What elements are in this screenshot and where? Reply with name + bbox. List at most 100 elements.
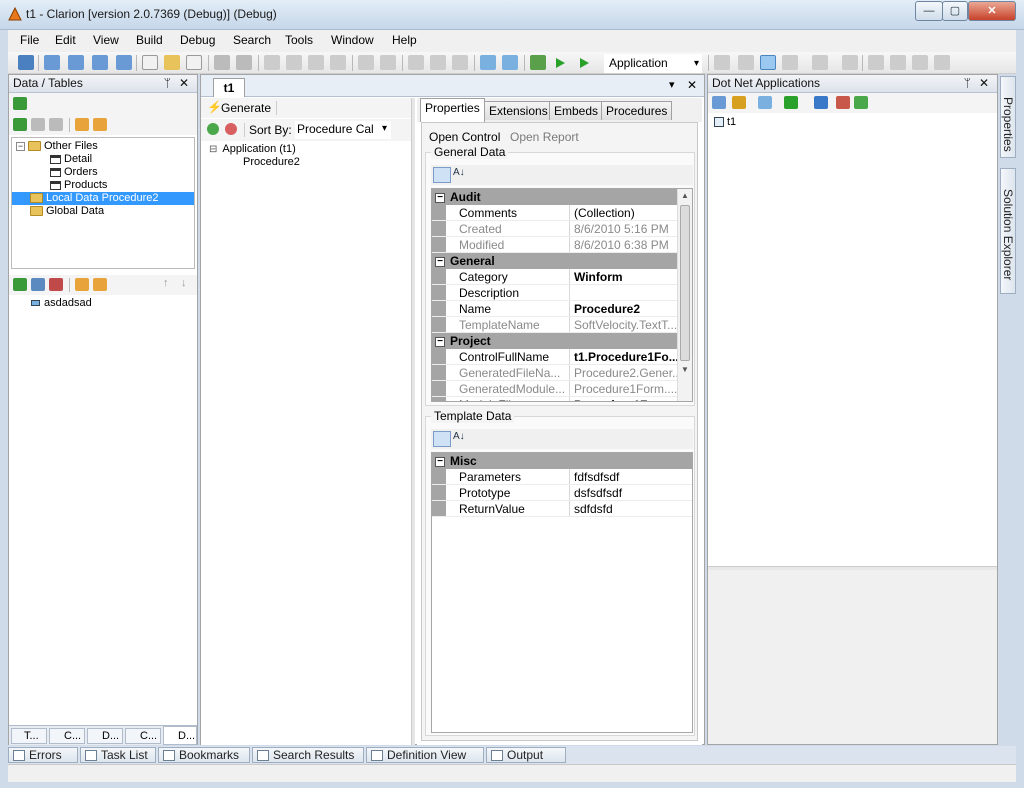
toggle-view-icon[interactable] — [760, 55, 776, 70]
scrollbar[interactable]: ▲ ▼ — [677, 189, 692, 401]
open-file-icon[interactable] — [164, 55, 180, 70]
change-icon[interactable] — [31, 118, 45, 131]
tool-icon[interactable] — [452, 55, 468, 70]
close-icon[interactable]: ✕ — [179, 75, 189, 92]
chevron-down-icon[interactable]: ▾ — [669, 78, 675, 91]
property-row[interactable]: ControlFullName t1.Procedure1Fo... — [432, 349, 678, 365]
collapse-all-icon[interactable] — [93, 278, 107, 291]
minimize-button[interactable]: — — [915, 1, 943, 21]
debug-icon[interactable] — [530, 55, 546, 70]
database-icon[interactable] — [814, 96, 828, 109]
comment-icon[interactable] — [868, 55, 884, 70]
property-value[interactable]: 8/6/2010 5:16 PM — [570, 221, 678, 236]
tab-extensions[interactable]: Extensions — [484, 101, 553, 120]
paste-icon[interactable] — [308, 55, 324, 70]
delete-icon[interactable] — [330, 55, 346, 70]
menu-view[interactable]: View — [93, 33, 119, 47]
save-icon[interactable] — [214, 55, 230, 70]
tab-definition-view[interactable]: Definition View — [366, 747, 484, 763]
close-icon[interactable]: ✕ — [687, 78, 697, 92]
close-icon[interactable]: ✕ — [979, 75, 989, 92]
open-control-link[interactable]: Open Control — [429, 130, 500, 146]
insert-field-icon[interactable] — [13, 278, 27, 291]
cut-icon[interactable] — [264, 55, 280, 70]
property-row[interactable]: Category Winform — [432, 269, 678, 285]
chevron-down-icon[interactable]: ▾ — [382, 121, 387, 137]
tab-d2[interactable]: D... — [163, 726, 197, 745]
build-icon[interactable] — [480, 55, 496, 70]
tab-output[interactable]: Output — [486, 747, 566, 763]
tab-procedures[interactable]: Procedures — [601, 101, 673, 120]
undo-icon[interactable] — [358, 55, 374, 70]
side-tab-properties[interactable]: Properties — [1000, 76, 1016, 158]
maximize-button[interactable]: ▢ — [942, 1, 968, 21]
sync-icon[interactable] — [13, 97, 27, 110]
save-all-icon[interactable] — [236, 55, 252, 70]
menu-file[interactable]: File — [20, 33, 39, 47]
tab-t1[interactable]: t1 — [213, 78, 245, 97]
scroll-up-icon[interactable]: ▲ — [678, 189, 692, 203]
property-value[interactable]: Winform — [570, 269, 678, 284]
menu-tools[interactable]: Tools — [285, 33, 313, 47]
property-value[interactable]: sdfdsfd — [570, 501, 692, 516]
layout-icon[interactable] — [842, 55, 858, 70]
categorized-icon[interactable] — [433, 167, 451, 183]
tree-item-application[interactable]: ⊟ Application (t1) — [201, 143, 411, 156]
property-value[interactable]: fdfsdfsdf — [570, 469, 692, 484]
tab-d[interactable]: D... — [87, 728, 123, 744]
redo-icon[interactable] — [380, 55, 396, 70]
property-category[interactable]: − Project — [432, 333, 678, 349]
property-value[interactable]: (Collection) — [570, 205, 678, 220]
tab-search-results[interactable]: Search Results — [252, 747, 364, 763]
property-row[interactable]: TemplateName SoftVelocity.TextT... — [432, 317, 678, 333]
edit-icon[interactable] — [408, 55, 424, 70]
configuration-combo[interactable]: Application ▾ — [604, 54, 702, 73]
add-icon[interactable] — [207, 123, 219, 135]
insert-icon[interactable] — [13, 118, 27, 131]
find-icon[interactable] — [714, 55, 730, 70]
expand-all-icon[interactable] — [75, 278, 89, 291]
property-value[interactable]: Procedure1Form... — [570, 397, 678, 401]
collapse-icon[interactable]: − — [16, 141, 25, 151]
new-file-icon[interactable] — [142, 55, 158, 70]
indent-icon[interactable] — [812, 55, 828, 70]
scroll-down-icon[interactable]: ▼ — [678, 363, 692, 377]
property-value[interactable]: t1.Procedure1Fo... — [570, 349, 678, 364]
property-row[interactable]: Modified 8/6/2010 6:38 PM — [432, 237, 678, 253]
copy-icon[interactable] — [286, 55, 302, 70]
tree-item-local-data[interactable]: Local Data Procedure2 — [12, 192, 194, 205]
new-item-icon[interactable] — [186, 55, 202, 70]
move-down-icon[interactable]: ↓ — [181, 277, 187, 289]
property-category[interactable]: − Audit — [432, 189, 678, 205]
menu-edit[interactable]: Edit — [55, 33, 76, 47]
menu-help[interactable]: Help — [392, 33, 417, 47]
new-solution-icon[interactable] — [18, 55, 34, 70]
property-row[interactable]: GeneratedFileNa... Procedure2.Gener... — [432, 365, 678, 381]
tab-c[interactable]: C... — [49, 728, 85, 744]
sort-az-icon[interactable]: A↓ — [453, 167, 465, 178]
tree-item-orders[interactable]: Orders — [12, 166, 194, 179]
open-project-icon[interactable] — [68, 55, 84, 70]
property-row[interactable]: ReturnValue sdfdsfd — [432, 501, 692, 517]
move-up-icon[interactable]: ↑ — [163, 277, 169, 289]
tab-embeds[interactable]: Embeds — [549, 101, 604, 120]
align-icon[interactable] — [782, 55, 798, 70]
collapse-all-icon[interactable] — [93, 118, 107, 131]
pin-icon[interactable]: ᛘ — [964, 75, 971, 92]
property-row[interactable]: Comments (Collection) — [432, 205, 678, 221]
remove-icon[interactable] — [225, 123, 237, 135]
property-value[interactable]: 8/6/2010 6:38 PM — [570, 237, 678, 252]
chevron-down-icon[interactable]: ▾ — [694, 55, 699, 72]
scroll-thumb[interactable] — [680, 205, 690, 361]
delete-icon[interactable] — [49, 118, 63, 131]
clear-bookmarks-icon[interactable] — [934, 55, 950, 70]
run-icon[interactable] — [554, 57, 566, 69]
refresh-icon[interactable] — [854, 96, 868, 109]
save-project-icon[interactable] — [116, 55, 132, 70]
bookmark-next-icon[interactable] — [912, 55, 928, 70]
property-value[interactable]: SoftVelocity.TextT... — [570, 317, 678, 332]
property-row[interactable]: ModuleFileProcedure1Form... — [432, 397, 678, 401]
tree-item-products[interactable]: Products — [12, 179, 194, 192]
tree-item-detail[interactable]: Detail — [12, 153, 194, 166]
pin-icon[interactable]: ᛘ — [164, 75, 171, 92]
